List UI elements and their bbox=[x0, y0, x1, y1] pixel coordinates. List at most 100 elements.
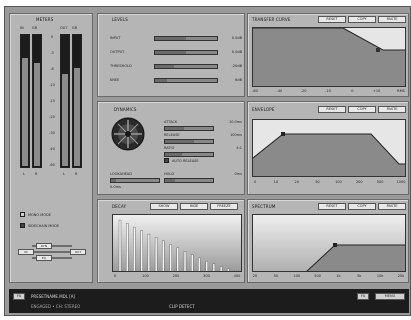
level-row-label: THRESHOLD bbox=[110, 64, 132, 68]
decay-button[interactable]: FREEZE bbox=[210, 203, 238, 210]
dynamics-slider[interactable] bbox=[164, 139, 214, 144]
decay-tick-label: 0 bbox=[113, 274, 117, 278]
envelope-panel: ENVELOPE RESET COPY PASTE 0 10 20 50 100 200 500… bbox=[247, 101, 409, 195]
slider-fill bbox=[155, 37, 186, 40]
levels-title: LEVELS bbox=[112, 17, 128, 22]
decay-bar bbox=[190, 254, 194, 271]
slider-fill bbox=[165, 179, 175, 182]
transfer-graph[interactable] bbox=[252, 27, 406, 87]
dynamics-slider[interactable] bbox=[164, 152, 214, 157]
envelope-tick-label: 200 bbox=[355, 180, 363, 184]
decay-bar bbox=[227, 268, 230, 271]
transfer-tick-label: RMS bbox=[397, 89, 405, 93]
level-slider[interactable] bbox=[154, 50, 218, 55]
preset-name[interactable]: PRESETNAME.MDL [A] bbox=[31, 294, 75, 299]
transfer-button[interactable]: PASTE bbox=[378, 16, 406, 23]
auto-release-label: AUTO RELEASE bbox=[172, 159, 199, 163]
meter-column-label: GR bbox=[32, 26, 38, 30]
meter-scale-tick: -6 bbox=[50, 67, 54, 71]
decay-tick-label: 300 bbox=[203, 274, 210, 278]
dynamics-slider[interactable] bbox=[164, 126, 214, 131]
knob-graphic bbox=[111, 117, 145, 151]
option-checkbox[interactable] bbox=[20, 223, 25, 228]
level-row-value: 6dB bbox=[235, 78, 242, 82]
spectrum-button[interactable]: RESET bbox=[318, 203, 346, 210]
spectrum-button[interactable]: PASTE bbox=[378, 203, 406, 210]
lookahead-value: 0.0ms bbox=[110, 185, 121, 189]
meter-level bbox=[62, 73, 68, 166]
meters-title: METERS bbox=[36, 17, 54, 22]
transfer-tick-label: 0 bbox=[351, 89, 354, 93]
decay-button[interactable]: SHOW bbox=[150, 203, 178, 210]
spectrum-tick-label: 500 bbox=[314, 274, 321, 278]
transfer-button[interactable]: RESET bbox=[318, 16, 346, 23]
slider-fill bbox=[165, 140, 194, 143]
decay-bar bbox=[205, 260, 208, 271]
level-row-label: INPUT bbox=[110, 36, 121, 40]
lookahead-label: LOOKAHEAD bbox=[110, 172, 132, 176]
transfer-tick-label: +10 bbox=[372, 89, 381, 93]
decay-panel: DECAY SHOW HIDE FREEZE 0 100 200 300 400 bbox=[97, 199, 245, 283]
fx-badge-right[interactable]: FX bbox=[357, 293, 369, 300]
level-row-value: -20dB bbox=[231, 64, 242, 68]
spectrum-tick-label: 10k bbox=[376, 274, 384, 278]
spectrum-graph[interactable] bbox=[252, 214, 406, 272]
menu-button[interactable]: MENU bbox=[375, 293, 405, 300]
envelope-tick-label: 20 bbox=[294, 180, 299, 184]
decay-bar bbox=[219, 266, 223, 271]
routing-node[interactable]: IN bbox=[18, 249, 34, 255]
routing-node[interactable]: EQ bbox=[36, 255, 52, 261]
decay-bar bbox=[154, 237, 158, 271]
slider-fill bbox=[165, 127, 185, 130]
level-slider[interactable] bbox=[154, 64, 218, 69]
decay-bar bbox=[183, 251, 187, 271]
option-checkbox[interactable] bbox=[20, 212, 25, 217]
meter-column-label: IN bbox=[20, 26, 24, 30]
envelope-button[interactable]: RESET bbox=[318, 106, 346, 113]
meter-column-label: OUT bbox=[60, 26, 68, 30]
level-row-value: 0.0dB bbox=[231, 50, 242, 54]
status-line-2: ENGAGED • CH: STEREO bbox=[31, 304, 81, 309]
fx-badge-left[interactable]: FX bbox=[13, 293, 25, 300]
lookahead-slider[interactable] bbox=[110, 178, 160, 183]
routing-node[interactable]: OUT bbox=[70, 249, 86, 255]
decay-bar bbox=[162, 240, 165, 271]
hold-label: HOLD bbox=[164, 172, 175, 176]
transfer-tick-label: -40 bbox=[276, 89, 283, 93]
envelope-graph[interactable] bbox=[252, 119, 406, 177]
meter-scale-tick: -10 bbox=[49, 83, 55, 87]
decay-bar bbox=[125, 223, 129, 271]
status-bar: FX PRESETNAME.MDL [A] ENGAGED • CH: STER… bbox=[9, 289, 409, 313]
meter-scale-tick: -40 bbox=[49, 147, 55, 151]
decay-bar bbox=[118, 219, 122, 271]
meter-scale-tick: 0 bbox=[50, 35, 54, 39]
envelope-tick-label: 10 bbox=[273, 180, 279, 184]
spectrum-tick-label: 50 bbox=[273, 274, 279, 278]
level-slider[interactable] bbox=[154, 78, 218, 83]
meter-level bbox=[22, 57, 28, 166]
levels-panel: LEVELS INPUT 0.0dB OUTPUT 0.0dB THRESHOLD -20… bbox=[97, 13, 245, 97]
level-slider[interactable] bbox=[154, 36, 218, 41]
envelope-button[interactable]: PASTE bbox=[378, 106, 406, 113]
clip-detect-label: CLIP DETECT bbox=[169, 304, 195, 309]
envelope-button[interactable]: COPY bbox=[348, 106, 376, 113]
slider-fill bbox=[111, 179, 116, 182]
decay-bars bbox=[118, 219, 237, 271]
level-meter bbox=[20, 34, 30, 168]
dynamics-knob[interactable] bbox=[110, 116, 146, 152]
spectrum-tick-label: 20k bbox=[397, 274, 405, 278]
spectrum-button[interactable]: COPY bbox=[348, 203, 376, 210]
hold-slider[interactable] bbox=[164, 178, 214, 183]
meters-panel: METERS IN GR OUT GR 0 -3 -6 -10 -15 -20 -30 -40 -60… bbox=[9, 13, 93, 283]
auto-release-checkbox[interactable] bbox=[164, 158, 169, 163]
transfer-curve bbox=[253, 28, 405, 86]
meter-scale-tick: -15 bbox=[49, 99, 55, 103]
decay-graph[interactable] bbox=[112, 214, 242, 272]
level-row-label: KNEE bbox=[110, 78, 120, 82]
option-label: SIDECHAIN MODE bbox=[28, 224, 60, 228]
level-meter bbox=[32, 34, 42, 168]
spectrum-curve bbox=[306, 243, 405, 271]
transfer-button[interactable]: COPY bbox=[348, 16, 376, 23]
routing-node[interactable]: DYN bbox=[36, 243, 52, 249]
decay-button[interactable]: HIDE bbox=[180, 203, 208, 210]
